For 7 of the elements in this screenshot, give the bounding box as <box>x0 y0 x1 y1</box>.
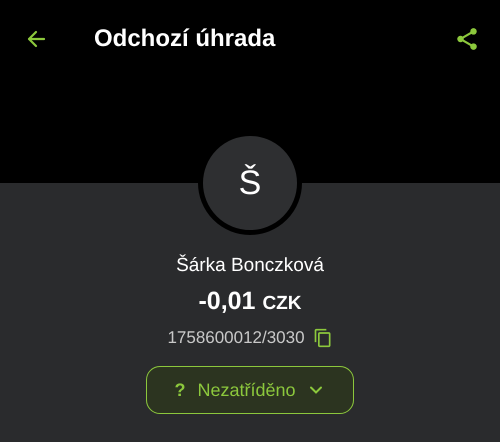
category-button[interactable]: ? Nezatříděno <box>146 366 354 414</box>
currency: CZK <box>262 293 302 315</box>
amount: -0,01 <box>198 287 256 316</box>
copy-icon[interactable] <box>312 328 333 348</box>
payee-name: Šárka Bonczková <box>176 255 324 277</box>
screen-title: Odchozí úhrada <box>94 25 276 53</box>
account-number: 1758600012/3030 <box>167 328 305 348</box>
